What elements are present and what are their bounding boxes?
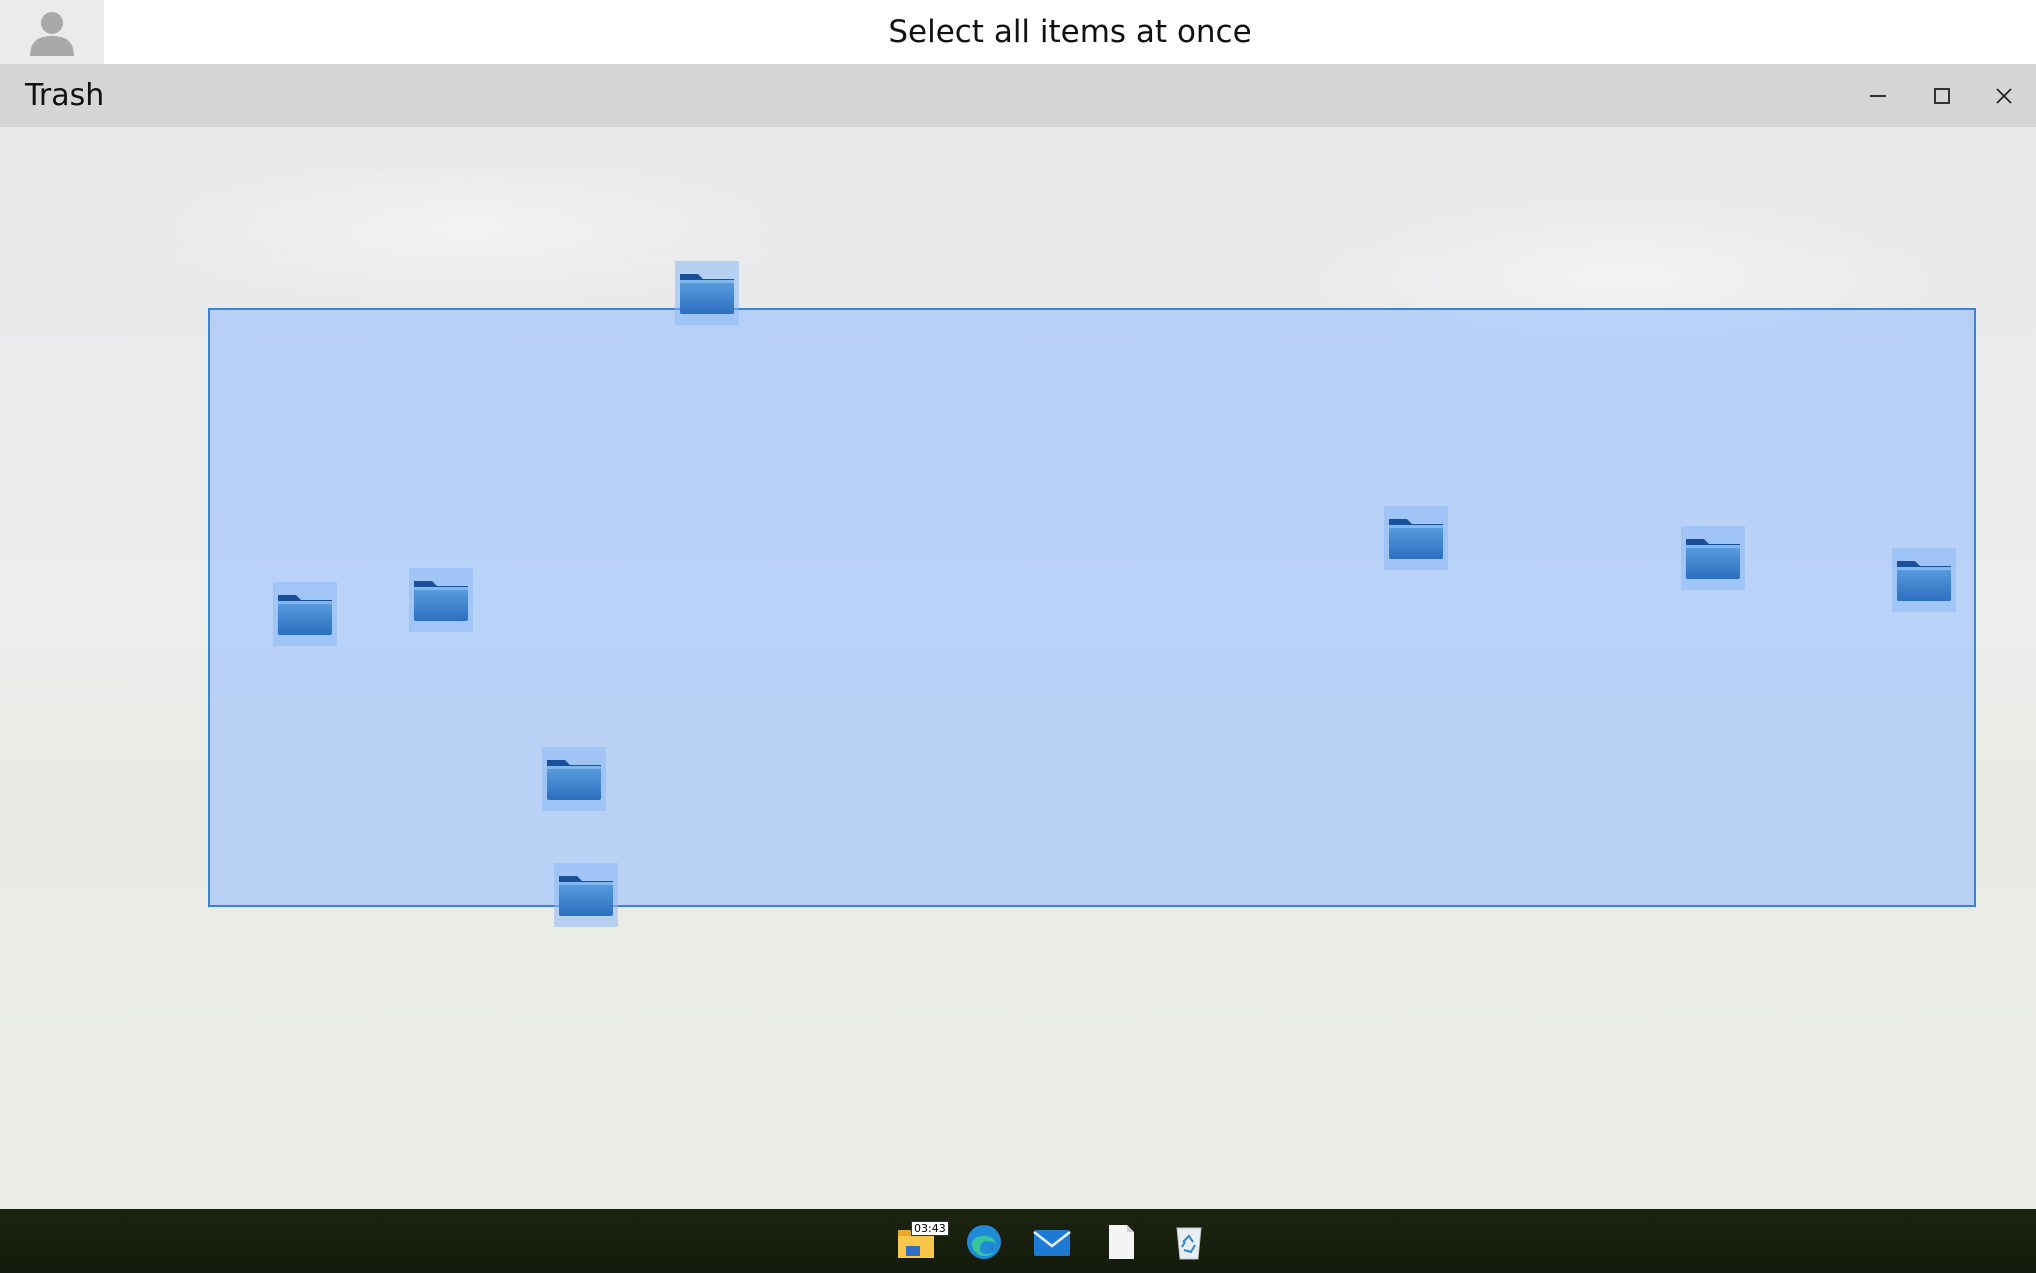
folder-icon	[414, 581, 468, 621]
folder-item[interactable]	[1681, 526, 1745, 590]
folder-item[interactable]	[675, 261, 739, 325]
edge-browser-button[interactable]	[961, 1219, 1007, 1265]
clock-label: 03:43	[911, 1221, 949, 1236]
folder-icon	[278, 595, 332, 635]
instruction-bar: Select all items at once	[0, 0, 2036, 64]
window-title: Trash	[25, 78, 105, 113]
trash-window-content[interactable]	[0, 127, 2036, 1209]
minimize-button[interactable]	[1846, 64, 1910, 127]
close-button[interactable]	[1972, 64, 2036, 127]
folder-item[interactable]	[1384, 506, 1448, 570]
document-button[interactable]	[1098, 1219, 1144, 1265]
folder-icon	[1686, 539, 1740, 579]
window-titlebar[interactable]: Trash	[0, 64, 2036, 127]
folder-item[interactable]	[409, 568, 473, 632]
mail-icon	[1033, 1230, 1071, 1256]
mail-button[interactable]	[1029, 1219, 1075, 1265]
folder-item[interactable]	[1892, 548, 1956, 612]
folder-icon	[680, 274, 734, 314]
edge-browser-icon	[967, 1225, 1001, 1259]
folder-icon	[1897, 561, 1951, 601]
folder-icon	[559, 876, 613, 916]
file-explorer-button[interactable]: 03:43	[893, 1219, 949, 1265]
minimize-icon	[1870, 94, 1886, 97]
close-icon	[1996, 87, 2012, 104]
maximize-icon	[1934, 87, 1950, 104]
selection-rectangle	[208, 308, 1976, 907]
folder-item[interactable]	[542, 747, 606, 811]
maximize-button[interactable]	[1910, 64, 1974, 127]
user-avatar	[0, 0, 104, 64]
task-instruction: Select all items at once	[888, 14, 1252, 50]
folder-icon	[547, 760, 601, 800]
folder-item[interactable]	[554, 863, 618, 927]
folder-icon	[1389, 519, 1443, 559]
user-avatar-icon	[30, 12, 74, 56]
folder-item[interactable]	[273, 582, 337, 646]
taskbar: 03:43	[0, 1209, 2036, 1273]
recycle-bin-icon	[1176, 1227, 1202, 1260]
document-icon	[1109, 1225, 1134, 1259]
recycle-bin-button[interactable]	[1166, 1219, 1212, 1265]
